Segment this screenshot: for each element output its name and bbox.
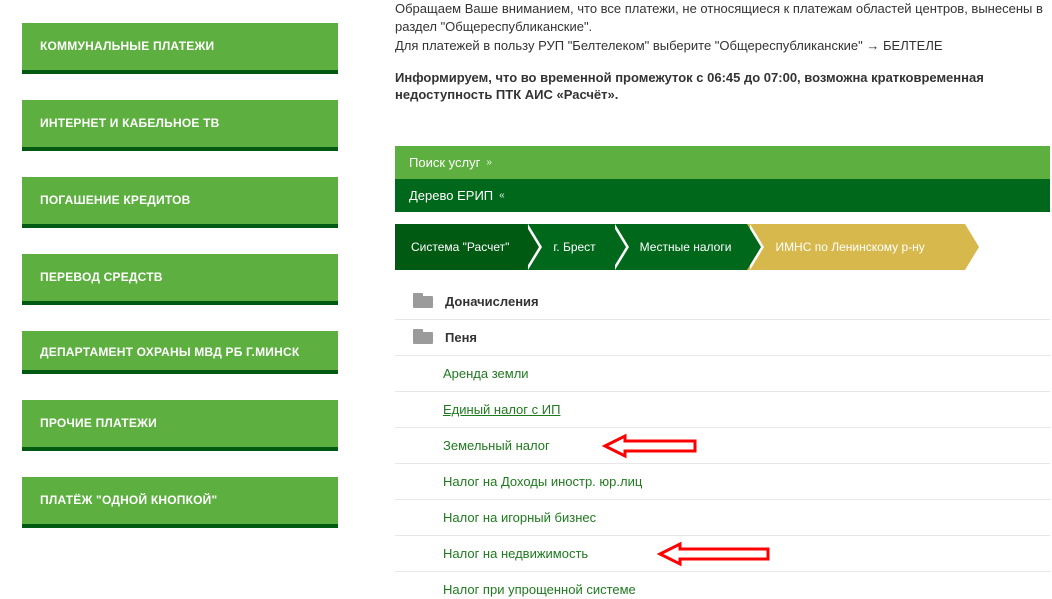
sidebar-item-one-button-payment[interactable]: ПЛАТЁЖ "ОДНОЙ КНОПКОЙ" <box>22 477 338 528</box>
breadcrumb-label: ИМНС по Ленинскому р-ну <box>775 240 924 254</box>
folder-icon <box>413 330 433 344</box>
breadcrumb-label: Система "Расчет" <box>411 240 509 254</box>
annotation-arrow-icon <box>585 428 705 464</box>
list-item: Аренда земли <box>395 356 1050 392</box>
sidebar-item-money-transfer[interactable]: ПЕРЕВОД СРЕДСТВ <box>22 254 338 305</box>
service-link-land-lease[interactable]: Аренда земли <box>443 366 529 381</box>
breadcrumb-item-local-tax[interactable]: Местные налоги <box>612 224 748 270</box>
chevron-down-icon: » <box>486 157 492 168</box>
breadcrumb-label: Местные налоги <box>640 240 732 254</box>
list-item: Единый налог с ИП <box>395 392 1050 428</box>
panel-label: Поиск услуг <box>409 155 480 170</box>
service-link-single-tax-ip[interactable]: Единый налог с ИП <box>443 402 560 417</box>
breadcrumb-label: г. Брест <box>553 240 595 254</box>
service-link-real-estate-tax[interactable]: Налог на недвижимость <box>443 546 588 561</box>
services-panel: Поиск услуг » Дерево ЕРИП « Система "Рас… <box>395 146 1050 599</box>
panel-erip-tree[interactable]: Дерево ЕРИП « <box>395 179 1050 212</box>
sidebar-item-loan-repayment[interactable]: ПОГАШЕНИЕ КРЕДИТОВ <box>22 177 338 228</box>
sidebar-item-label: КОММУНАЛЬНЫЕ ПЛАТЕЖИ <box>40 39 214 53</box>
sidebar-item-utilities[interactable]: КОММУНАЛЬНЫЕ ПЛАТЕЖИ <box>22 23 338 74</box>
sidebar-item-label: ПРОЧИЕ ПЛАТЕЖИ <box>40 416 157 430</box>
panel-search-services[interactable]: Поиск услуг » <box>395 146 1050 179</box>
sidebar-item-internet-tv[interactable]: ИНТЕРНЕТ И КАБЕЛЬНОЕ ТВ <box>22 100 338 151</box>
notice-line: Для платежей в пользу РУП "Белтелеком" в… <box>395 37 1046 55</box>
folder-icon <box>413 294 433 308</box>
breadcrumb: Система "Расчет" г. Брест Местные налоги… <box>395 224 1050 270</box>
service-link-foreign-income-tax[interactable]: Налог на Доходы иностр. юр.лиц <box>443 474 642 489</box>
list-folder[interactable]: Пеня <box>395 320 1050 356</box>
panel-label: Дерево ЕРИП <box>409 188 493 203</box>
chevron-up-icon: « <box>499 190 505 201</box>
sidebar-item-other-payments[interactable]: ПРОЧИЕ ПЛАТЕЖИ <box>22 400 338 451</box>
notice-block: Обращаем Ваше вниманием, что все платежи… <box>395 0 1050 104</box>
folder-label: Доначисления <box>445 294 539 309</box>
list-item: Земельный налог <box>395 428 1050 464</box>
list-item: Налог на недвижимость <box>395 536 1050 572</box>
main-content: Обращаем Ваше вниманием, что все платежи… <box>395 0 1050 599</box>
sidebar-item-security-dept[interactable]: ДЕПАРТАМЕНТ ОХРАНЫ МВД РБ Г.МИНСК <box>22 331 338 374</box>
folder-label: Пеня <box>445 330 477 345</box>
sidebar-item-label: ПЛАТЁЖ "ОДНОЙ КНОПКОЙ" <box>40 493 217 507</box>
list-item: Налог на Доходы иностр. юр.лиц <box>395 464 1050 500</box>
notice-bold: Информируем, что во временной промежуток… <box>395 69 1046 104</box>
service-link-gambling-tax[interactable]: Налог на игорный бизнес <box>443 510 596 525</box>
annotation-arrow-icon <box>640 536 780 572</box>
services-list: Доначисления Пеня Аренда земли Единый на… <box>395 284 1050 599</box>
sidebar-item-label: ПОГАШЕНИЕ КРЕДИТОВ <box>40 193 191 207</box>
list-item: Налог на игорный бизнес <box>395 500 1050 536</box>
service-link-simplified-tax[interactable]: Налог при упрощенной системе <box>443 582 636 597</box>
breadcrumb-item-imns[interactable]: ИМНС по Ленинскому р-ну <box>747 224 964 270</box>
sidebar-item-label: ПЕРЕВОД СРЕДСТВ <box>40 270 163 284</box>
notice-line: Обращаем Ваше вниманием, что все платежи… <box>395 0 1046 35</box>
breadcrumb-item-system[interactable]: Система "Расчет" <box>395 224 525 270</box>
sidebar-item-label: ДЕПАРТАМЕНТ ОХРАНЫ МВД РБ Г.МИНСК <box>40 345 299 359</box>
list-item: Налог при упрощенной системе <box>395 572 1050 599</box>
sidebar: КОММУНАЛЬНЫЕ ПЛАТЕЖИ ИНТЕРНЕТ И КАБЕЛЬНО… <box>22 23 338 554</box>
list-folder[interactable]: Доначисления <box>395 284 1050 320</box>
service-link-land-tax[interactable]: Земельный налог <box>443 438 550 453</box>
sidebar-item-label: ИНТЕРНЕТ И КАБЕЛЬНОЕ ТВ <box>40 116 220 130</box>
